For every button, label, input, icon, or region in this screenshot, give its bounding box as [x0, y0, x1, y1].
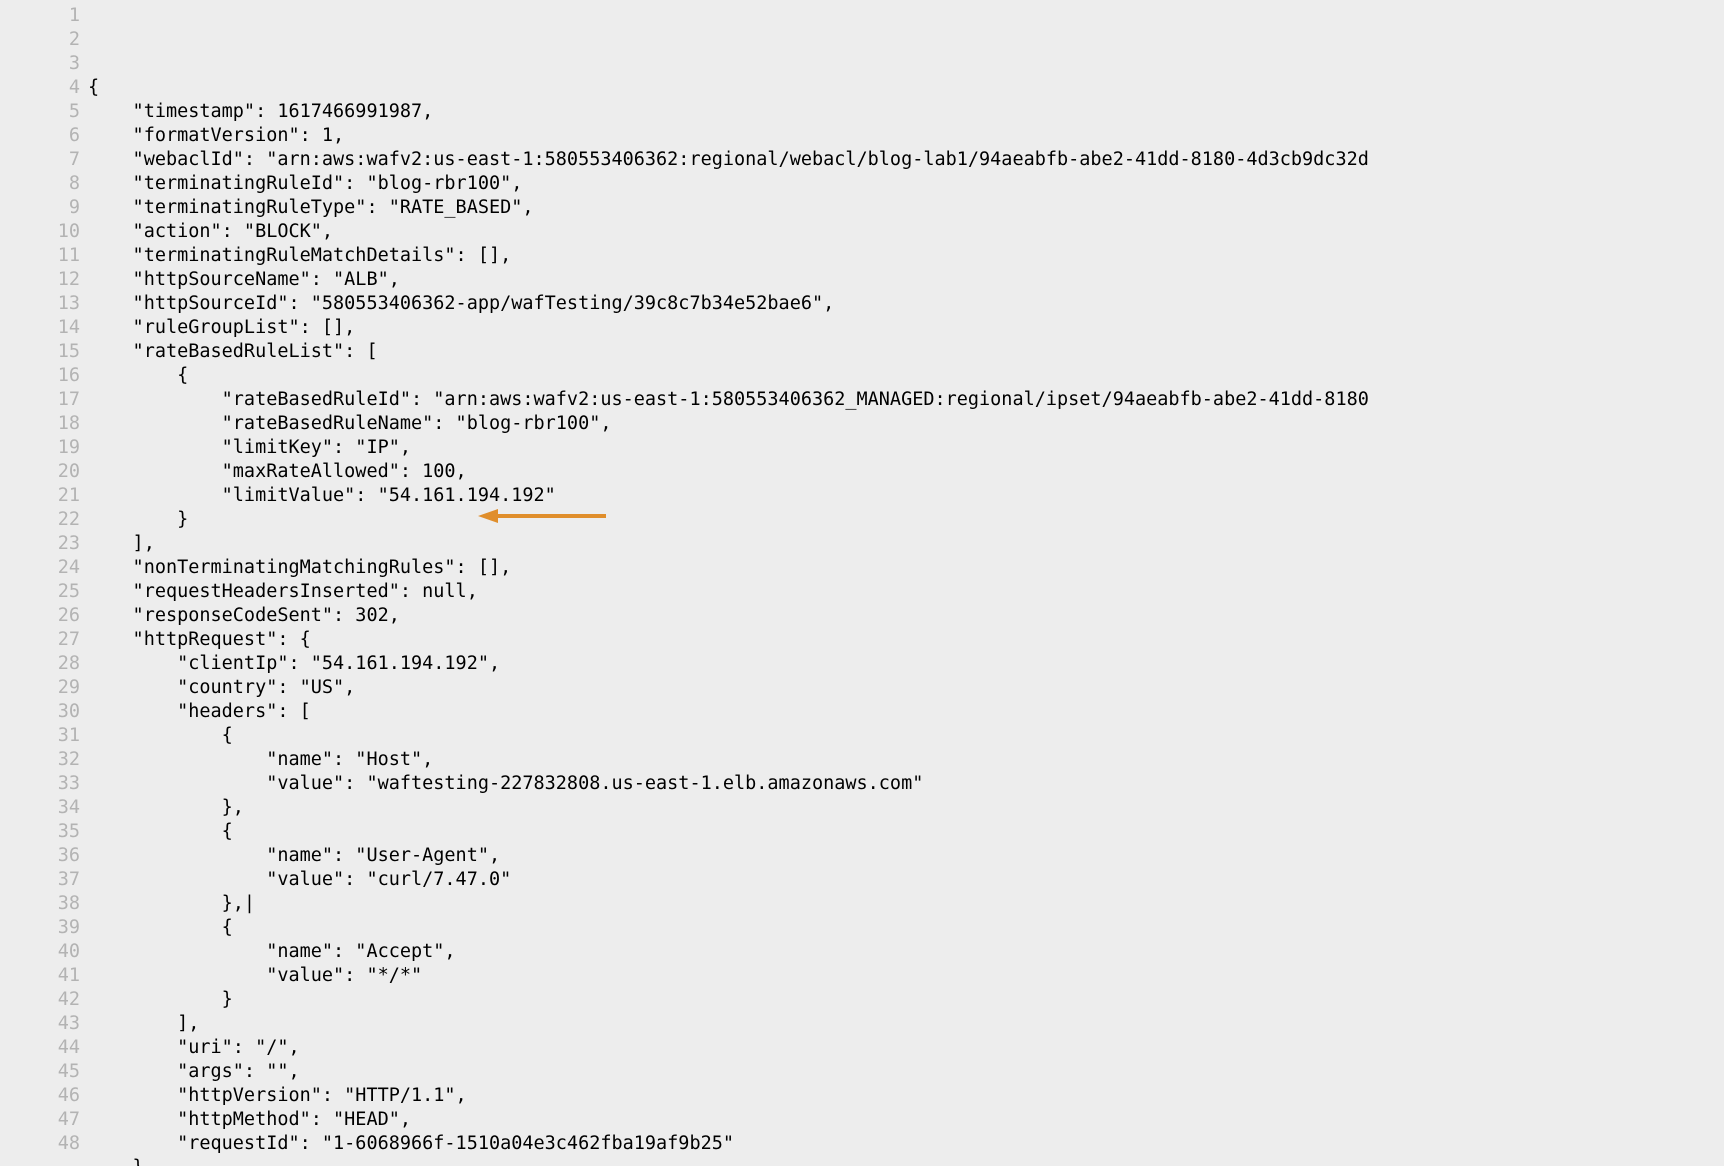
code-line: "country": "US",	[88, 676, 1724, 700]
code-line: "nonTerminatingMatchingRules": [],	[88, 556, 1724, 580]
line-number: 17	[0, 388, 80, 412]
line-number: 5	[0, 100, 80, 124]
code-line: "httpVersion": "HTTP/1.1",	[88, 1084, 1724, 1108]
line-number: 34	[0, 796, 80, 820]
code-line: {	[88, 364, 1724, 388]
line-number: 31	[0, 724, 80, 748]
code-line: "webaclId": "arn:aws:wafv2:us-east-1:580…	[88, 148, 1724, 172]
code-line: "action": "BLOCK",	[88, 220, 1724, 244]
line-number: 37	[0, 868, 80, 892]
line-number: 15	[0, 340, 80, 364]
line-number: 18	[0, 412, 80, 436]
line-number: 9	[0, 196, 80, 220]
line-number: 35	[0, 820, 80, 844]
line-number: 12	[0, 268, 80, 292]
code-line: {	[88, 916, 1724, 940]
code-line: },	[88, 796, 1724, 820]
code-content[interactable]: { "timestamp": 1617466991987, "formatVer…	[88, 0, 1724, 1166]
code-line: "rateBasedRuleName": "blog-rbr100",	[88, 412, 1724, 436]
code-line: "clientIp": "54.161.194.192",	[88, 652, 1724, 676]
line-number: 32	[0, 748, 80, 772]
code-line: ],	[88, 532, 1724, 556]
code-line: "ruleGroupList": [],	[88, 316, 1724, 340]
line-number: 7	[0, 148, 80, 172]
code-line: {	[88, 724, 1724, 748]
line-number: 19	[0, 436, 80, 460]
line-number: 41	[0, 964, 80, 988]
line-number: 3	[0, 52, 80, 76]
code-line: "value": "*/*"	[88, 964, 1724, 988]
line-number: 16	[0, 364, 80, 388]
code-line: "limitValue": "54.161.194.192"	[88, 484, 1724, 508]
line-number: 22	[0, 508, 80, 532]
line-number: 1	[0, 4, 80, 28]
code-editor: 1234567891011121314151617181920212223242…	[0, 0, 1724, 1166]
line-number: 14	[0, 316, 80, 340]
code-line: "name": "User-Agent",	[88, 844, 1724, 868]
line-number: 24	[0, 556, 80, 580]
code-line: "rateBasedRuleList": [	[88, 340, 1724, 364]
line-number: 10	[0, 220, 80, 244]
line-number: 6	[0, 124, 80, 148]
code-line: "uri": "/",	[88, 1036, 1724, 1060]
code-line: "terminatingRuleId": "blog-rbr100",	[88, 172, 1724, 196]
line-number: 23	[0, 532, 80, 556]
line-number: 25	[0, 580, 80, 604]
line-number: 42	[0, 988, 80, 1012]
line-number: 36	[0, 844, 80, 868]
line-number: 28	[0, 652, 80, 676]
code-line: "args": "",	[88, 1060, 1724, 1084]
code-line: "terminatingRuleMatchDetails": [],	[88, 244, 1724, 268]
code-line: "rateBasedRuleId": "arn:aws:wafv2:us-eas…	[88, 388, 1724, 412]
line-number: 39	[0, 916, 80, 940]
code-line: "name": "Accept",	[88, 940, 1724, 964]
line-number: 47	[0, 1108, 80, 1132]
line-number: 44	[0, 1036, 80, 1060]
code-line: }	[88, 1156, 1724, 1166]
code-line: {	[88, 820, 1724, 844]
line-number: 2	[0, 28, 80, 52]
code-line: "headers": [	[88, 700, 1724, 724]
line-number: 45	[0, 1060, 80, 1084]
line-number: 29	[0, 676, 80, 700]
code-line: },|	[88, 892, 1724, 916]
code-line: ],	[88, 1012, 1724, 1036]
code-line: "value": "curl/7.47.0"	[88, 868, 1724, 892]
code-line: {	[88, 76, 1724, 100]
code-line: "name": "Host",	[88, 748, 1724, 772]
code-line: "timestamp": 1617466991987,	[88, 100, 1724, 124]
line-number: 4	[0, 76, 80, 100]
line-number: 11	[0, 244, 80, 268]
code-line: "httpRequest": {	[88, 628, 1724, 652]
line-number: 40	[0, 940, 80, 964]
code-line: "terminatingRuleType": "RATE_BASED",	[88, 196, 1724, 220]
line-number: 26	[0, 604, 80, 628]
code-line: "httpMethod": "HEAD",	[88, 1108, 1724, 1132]
code-line: }	[88, 508, 1724, 532]
code-line: "responseCodeSent": 302,	[88, 604, 1724, 628]
line-number: 46	[0, 1084, 80, 1108]
code-line: "limitKey": "IP",	[88, 436, 1724, 460]
line-number-gutter: 1234567891011121314151617181920212223242…	[0, 0, 88, 1166]
line-number: 30	[0, 700, 80, 724]
line-number: 8	[0, 172, 80, 196]
code-line: "requestHeadersInserted": null,	[88, 580, 1724, 604]
code-line: "httpSourceName": "ALB",	[88, 268, 1724, 292]
line-number: 38	[0, 892, 80, 916]
line-number: 13	[0, 292, 80, 316]
line-number: 48	[0, 1132, 80, 1156]
code-line: "formatVersion": 1,	[88, 124, 1724, 148]
code-line: "maxRateAllowed": 100,	[88, 460, 1724, 484]
line-number: 27	[0, 628, 80, 652]
line-number: 43	[0, 1012, 80, 1036]
line-number: 33	[0, 772, 80, 796]
code-line: "requestId": "1-6068966f-1510a04e3c462fb…	[88, 1132, 1724, 1156]
line-number: 21	[0, 484, 80, 508]
code-line: "value": "waftesting-227832808.us-east-1…	[88, 772, 1724, 796]
line-number: 20	[0, 460, 80, 484]
code-line: }	[88, 988, 1724, 1012]
code-line: "httpSourceId": "580553406362-app/wafTes…	[88, 292, 1724, 316]
